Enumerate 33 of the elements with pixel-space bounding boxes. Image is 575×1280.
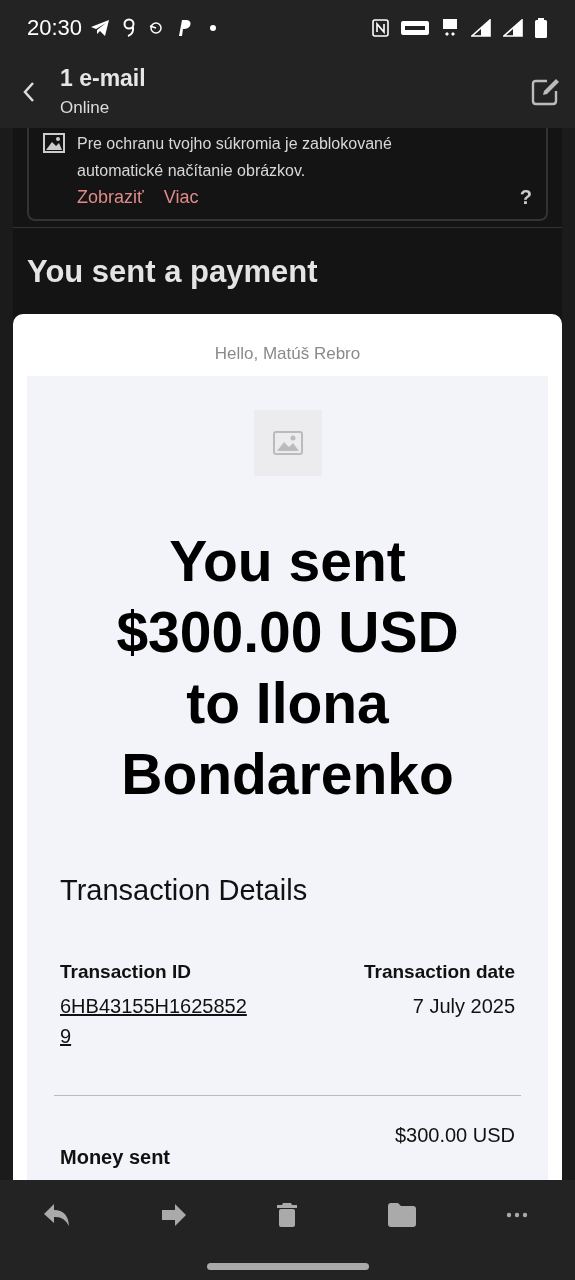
transaction-id-link[interactable]: 6HB43155H16258529 [60, 991, 252, 1051]
nfc-icon [372, 18, 389, 37]
payment-headline: You sent $300.00 USD to Ilona Bondarenko [115, 528, 460, 808]
detail-value: 7 July 2025 [412, 994, 515, 1019]
help-button[interactable]: ? [519, 186, 532, 209]
header-subtitle: Online [60, 98, 111, 118]
battery-icon [535, 17, 547, 38]
section-title: Transaction Details [60, 874, 309, 907]
payment-app-icon [176, 18, 193, 37]
greeting-text: Hello, Matúš Rebro [213, 343, 362, 365]
detail-label: Transaction ID [60, 961, 192, 983]
notice-text: Pre ochranu tvojho súkromia je zablokované automatické načítanie obrázkov. [77, 134, 393, 181]
image-icon [272, 431, 303, 455]
detail-label: Transaction date [364, 961, 515, 983]
header-title: 1 e-mail [60, 65, 147, 92]
image-icon [43, 133, 65, 153]
money-value: $300.00 USD [394, 1124, 515, 1147]
forward-icon[interactable] [161, 1203, 187, 1227]
notice-link[interactable]: Viac [163, 187, 199, 208]
volte-icon [401, 20, 429, 35]
notice-link[interactable]: Zobraziť [77, 187, 144, 208]
compose-icon[interactable] [531, 77, 561, 106]
status-time: 20:30 [27, 14, 83, 41]
back-icon[interactable] [22, 80, 36, 103]
money-label: Money sent [60, 1146, 171, 1169]
folder-icon[interactable] [387, 1202, 417, 1228]
dot-icon [210, 24, 217, 31]
telegram-icon [90, 18, 111, 37]
reply-icon[interactable] [42, 1202, 72, 1228]
signal-icon [503, 18, 523, 37]
signal-icon [471, 18, 491, 37]
delete-icon[interactable] [276, 1202, 298, 1228]
more-icon[interactable] [506, 1212, 528, 1218]
